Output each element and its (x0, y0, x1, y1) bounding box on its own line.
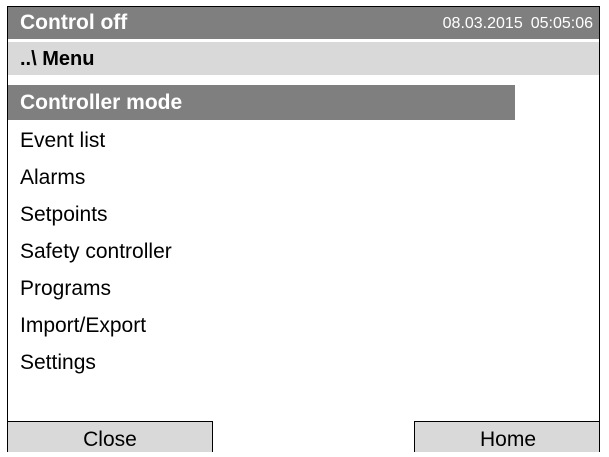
controller-screen: Control off 08.03.2015 05:05:06 ..\ Menu … (7, 6, 600, 452)
menu-item-safety-controller[interactable]: Safety controller (8, 233, 599, 270)
breadcrumb: ..\ Menu (8, 42, 599, 75)
status-title: Control off (20, 11, 128, 34)
menu-item-alarms[interactable]: Alarms (8, 159, 599, 196)
home-button[interactable]: Home (414, 421, 599, 452)
title-bar: Control off 08.03.2015 05:05:06 (8, 7, 599, 39)
date-text: 08.03.2015 (442, 15, 523, 32)
datetime-display: 08.03.2015 05:05:06 (443, 14, 593, 34)
main-menu: Controller mode Event list Alarms Setpoi… (8, 85, 599, 381)
menu-item-import-export[interactable]: Import/Export (8, 307, 599, 344)
menu-item-programs[interactable]: Programs (8, 270, 599, 307)
time-text: 05:05:06 (530, 15, 593, 32)
close-button[interactable]: Close (8, 421, 213, 452)
menu-item-setpoints[interactable]: Setpoints (8, 196, 599, 233)
menu-item-settings[interactable]: Settings (8, 344, 599, 381)
breadcrumb-label: ..\ Menu (20, 48, 95, 70)
menu-item-controller-mode[interactable]: Controller mode (8, 85, 515, 120)
menu-item-event-list[interactable]: Event list (8, 122, 599, 159)
